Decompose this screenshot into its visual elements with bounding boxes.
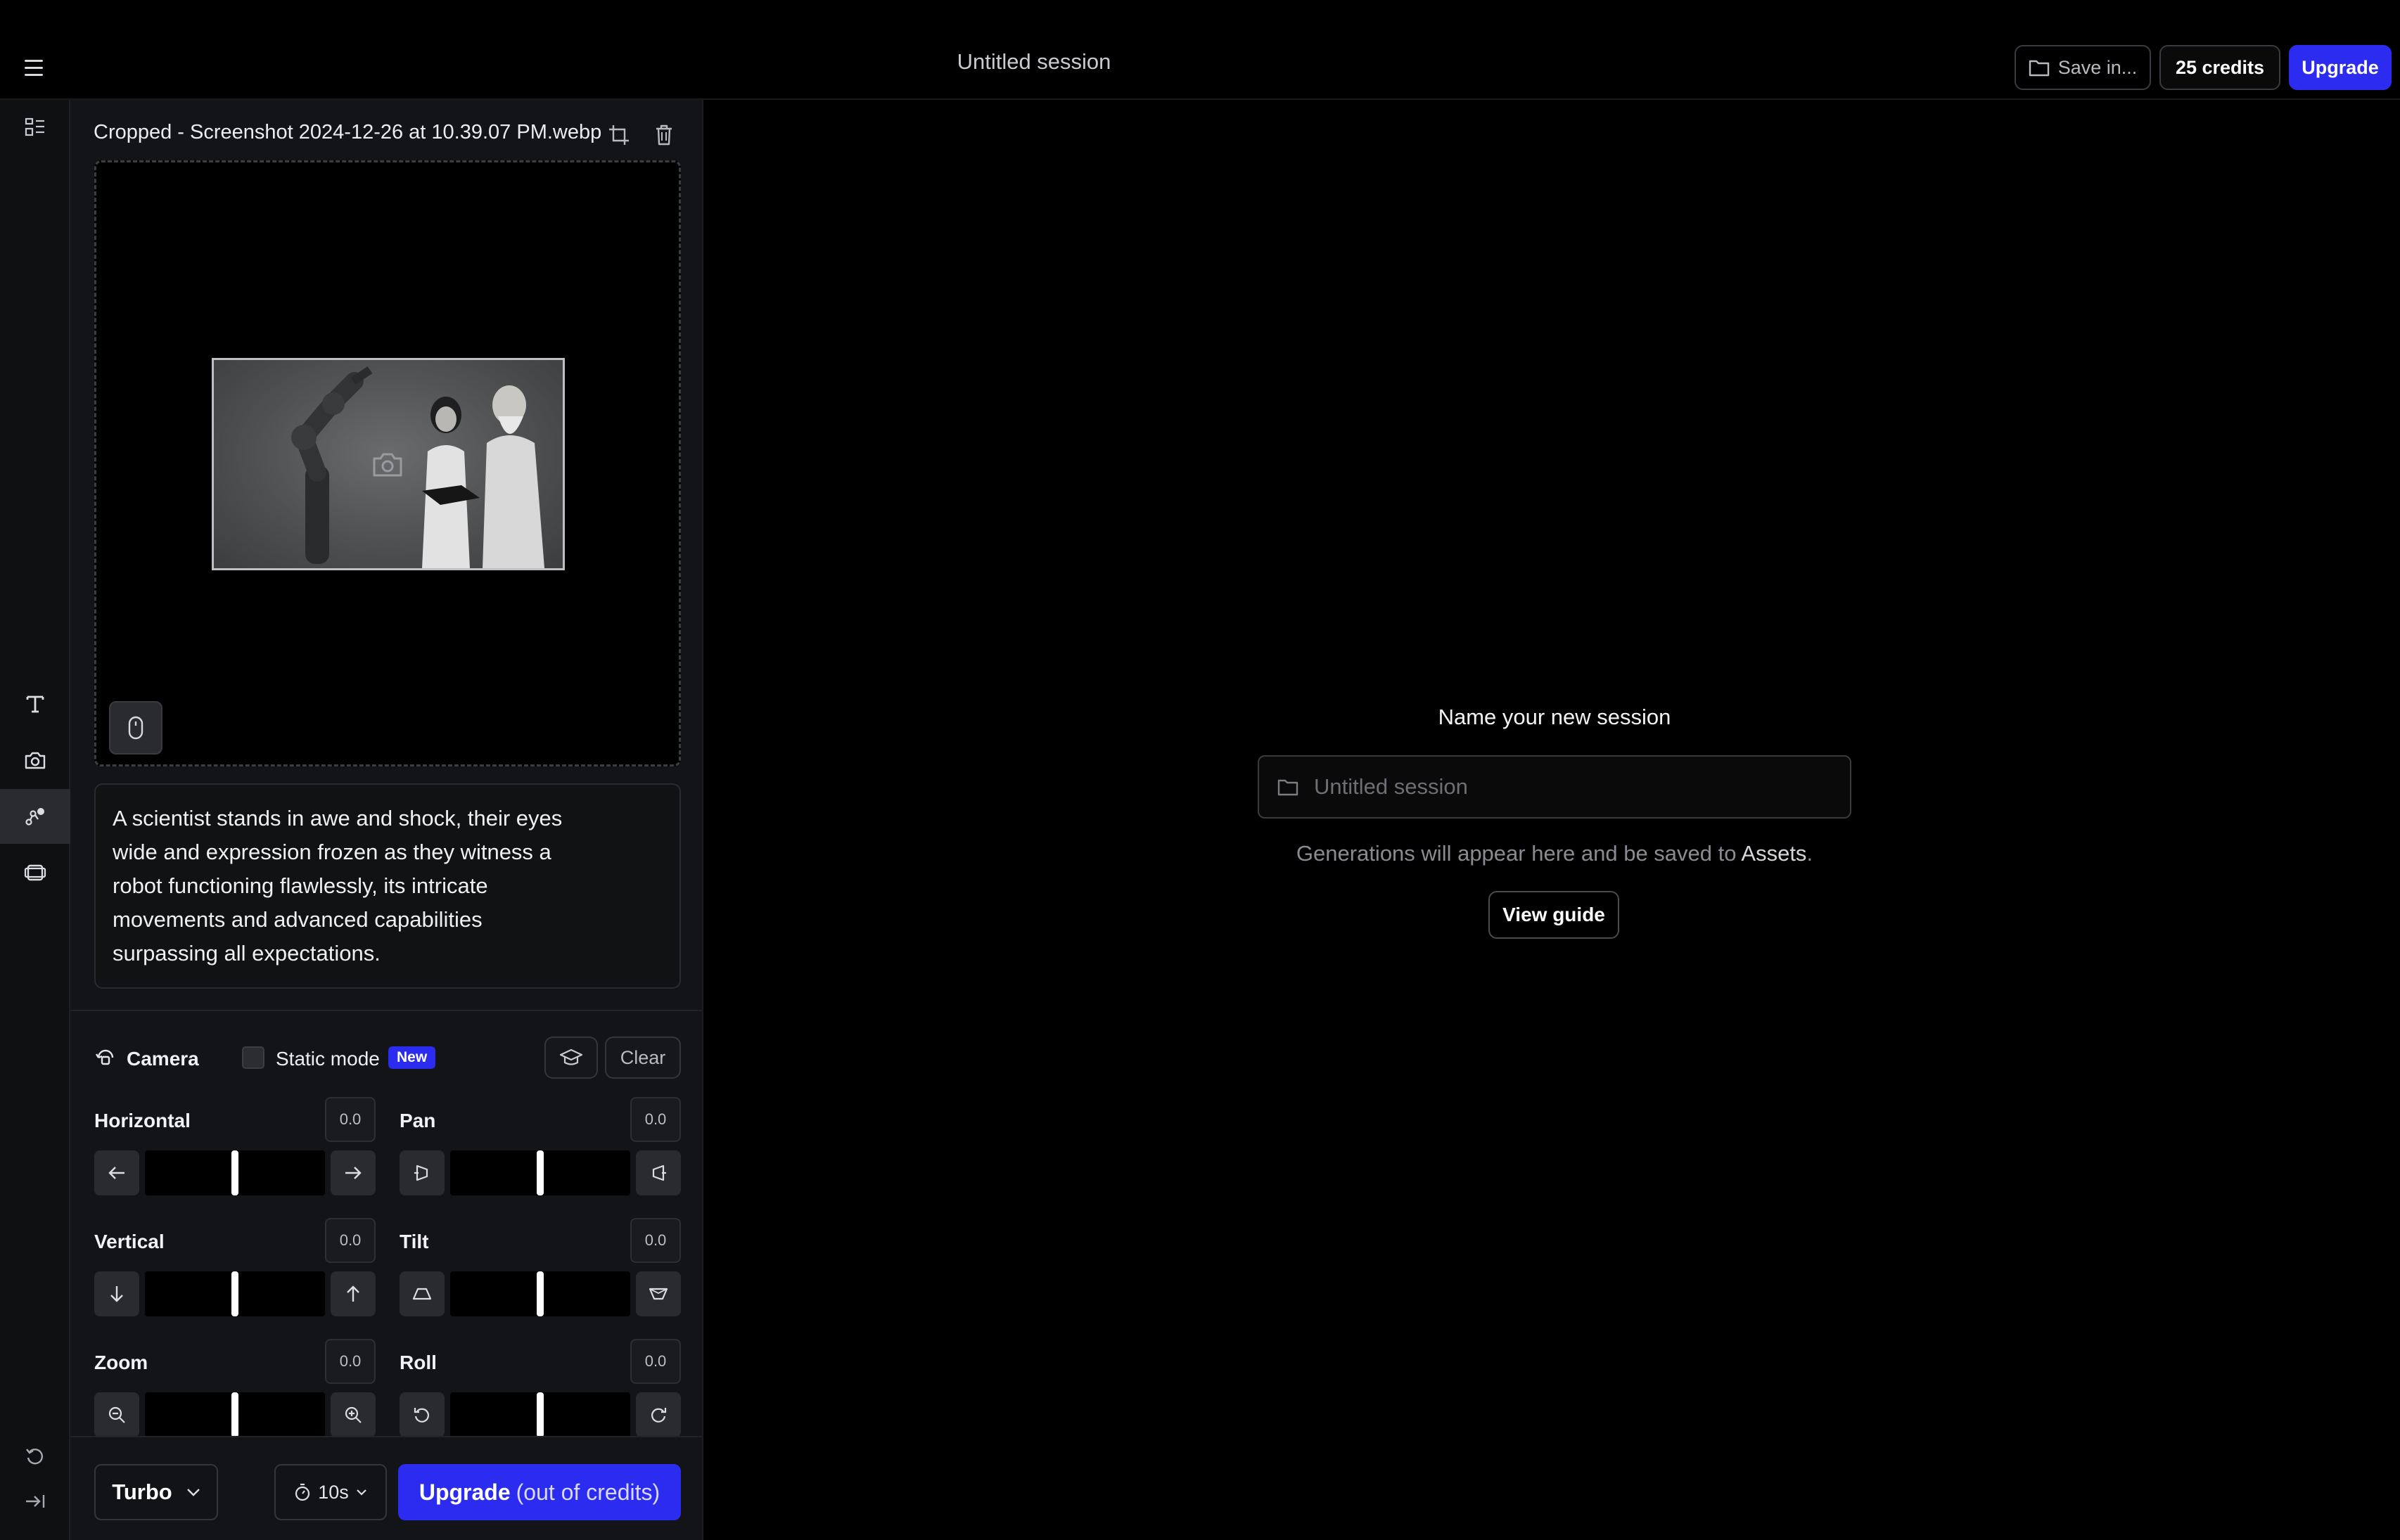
zoom-out-icon[interactable] (94, 1392, 139, 1437)
rotate-right-icon[interactable] (636, 1392, 681, 1437)
roll-label: Roll (400, 1352, 437, 1373)
new-badge: New (388, 1046, 436, 1069)
folder-icon (2029, 60, 2049, 77)
camera-move-icon (95, 1049, 114, 1065)
left-rail (0, 100, 70, 1540)
collapse-sidebar-icon[interactable] (0, 1474, 70, 1529)
info-suffix: . (1806, 841, 1813, 866)
model-label: Turbo (112, 1480, 172, 1504)
pan-label: Pan (400, 1110, 436, 1131)
top-bar: Untitled session Save in... 25 credits U… (0, 0, 2400, 100)
session-title: Untitled session (957, 49, 1111, 74)
horizontal-value[interactable]: 0.0 (325, 1097, 376, 1142)
image-dropzone[interactable] (94, 160, 681, 766)
clear-button[interactable]: Clear (605, 1037, 681, 1079)
assets-link[interactable]: Assets (1741, 841, 1806, 866)
info-text: Generations will appear here and be save… (1296, 841, 1742, 866)
zoom-label: Zoom (94, 1352, 148, 1373)
hamburger-menu-icon[interactable] (18, 53, 49, 82)
session-name-field[interactable] (1258, 755, 1851, 819)
stopwatch-icon (295, 1483, 310, 1501)
duration-select[interactable]: 10s (274, 1464, 387, 1520)
trash-icon[interactable] (647, 118, 681, 152)
generate-sub-label: (out of credits) (516, 1479, 660, 1505)
roll-slider[interactable] (450, 1392, 630, 1437)
duration-label: 10s (318, 1481, 349, 1503)
camera-overlay-icon (373, 453, 402, 477)
tilt-label: Tilt (400, 1231, 429, 1252)
tilt-value[interactable]: 0.0 (630, 1218, 681, 1263)
prompt-text: A scientist stands in awe and shock, the… (113, 806, 563, 965)
save-in-button[interactable]: Save in... (2015, 45, 2151, 90)
slider-thumb[interactable] (537, 1392, 544, 1437)
tilt-down-icon[interactable] (400, 1271, 445, 1316)
upgrade-button[interactable]: Upgrade (2289, 45, 2392, 90)
camera-controls-header: Camera Static mode New Clear (94, 1035, 681, 1080)
slider-thumb[interactable] (537, 1271, 544, 1316)
generate-main-label: Upgrade (419, 1479, 511, 1505)
view-guide-button[interactable]: View guide (1488, 891, 1619, 939)
save-in-label: Save in... (2057, 56, 2138, 78)
frames-icon[interactable] (0, 845, 70, 900)
slider-thumb[interactable] (231, 1392, 238, 1437)
pan-right-icon[interactable] (636, 1150, 681, 1195)
roll-control: Roll 0.0 (400, 1339, 681, 1451)
static-mode-checkbox[interactable] (242, 1046, 264, 1069)
camera-guide-button[interactable] (544, 1037, 598, 1079)
uploaded-image-preview (212, 358, 565, 570)
tilt-slider[interactable] (450, 1271, 630, 1316)
horizontal-control: Horizontal 0.0 (94, 1097, 376, 1209)
graduation-cap-icon (559, 1048, 583, 1065)
zoom-slider[interactable] (145, 1392, 325, 1437)
text-icon[interactable] (0, 676, 70, 731)
mouse-icon[interactable] (109, 701, 162, 755)
credits-button[interactable]: 25 credits (2159, 45, 2280, 90)
arrow-down-icon[interactable] (94, 1271, 139, 1316)
divider (70, 1010, 702, 1011)
crop-icon[interactable] (602, 118, 636, 152)
vertical-value[interactable]: 0.0 (325, 1218, 376, 1263)
slider-thumb[interactable] (537, 1150, 544, 1195)
horizontal-slider[interactable] (145, 1150, 325, 1195)
arrow-right-icon[interactable] (331, 1150, 376, 1195)
pan-control: Pan 0.0 (400, 1097, 681, 1209)
model-select[interactable]: Turbo (94, 1464, 218, 1520)
static-mode-label: Static mode (276, 1048, 380, 1070)
layout-icon[interactable] (0, 100, 70, 155)
vertical-slider[interactable] (145, 1271, 325, 1316)
tilt-up-icon[interactable] (636, 1271, 681, 1316)
zoom-in-icon[interactable] (331, 1392, 376, 1437)
tilt-control: Tilt 0.0 (400, 1218, 681, 1330)
image-file-name: Cropped - Screenshot 2024-12-26 at 10.39… (94, 121, 602, 143)
name-session-title: Name your new session (1438, 705, 1671, 729)
camera-icon[interactable] (0, 733, 70, 788)
vertical-control: Vertical 0.0 (94, 1218, 376, 1330)
folder-icon (1277, 779, 1298, 796)
slider-thumb[interactable] (231, 1150, 238, 1195)
rotate-left-icon[interactable] (400, 1392, 445, 1437)
zoom-value[interactable]: 0.0 (325, 1339, 376, 1384)
camera-label: Camera (127, 1048, 199, 1070)
arrow-up-icon[interactable] (331, 1271, 376, 1316)
chevron-down-icon (356, 1489, 366, 1496)
arrow-left-icon[interactable] (94, 1150, 139, 1195)
chevron-down-icon (186, 1489, 200, 1496)
vertical-label: Vertical (94, 1231, 165, 1252)
zoom-control: Zoom 0.0 (94, 1339, 376, 1451)
upgrade-generate-button[interactable]: Upgrade (out of credits) (398, 1464, 681, 1520)
horizontal-label: Horizontal (94, 1110, 191, 1131)
pan-value[interactable]: 0.0 (630, 1097, 681, 1142)
pan-slider[interactable] (450, 1150, 630, 1195)
session-name-input[interactable] (1313, 774, 1819, 800)
roll-value[interactable]: 0.0 (630, 1339, 681, 1384)
motion-brush-icon[interactable] (0, 789, 70, 844)
generation-panel: Cropped - Screenshot 2024-12-26 at 10.39… (70, 100, 703, 1540)
generate-bar: Turbo 10s Upgrade (out of credits) (70, 1436, 702, 1540)
pan-left-icon[interactable] (400, 1150, 445, 1195)
prompt-textarea[interactable]: A scientist stands in awe and shock, the… (94, 783, 681, 989)
slider-thumb[interactable] (231, 1271, 238, 1316)
generations-info: Generations will appear here and be save… (1196, 841, 1913, 866)
